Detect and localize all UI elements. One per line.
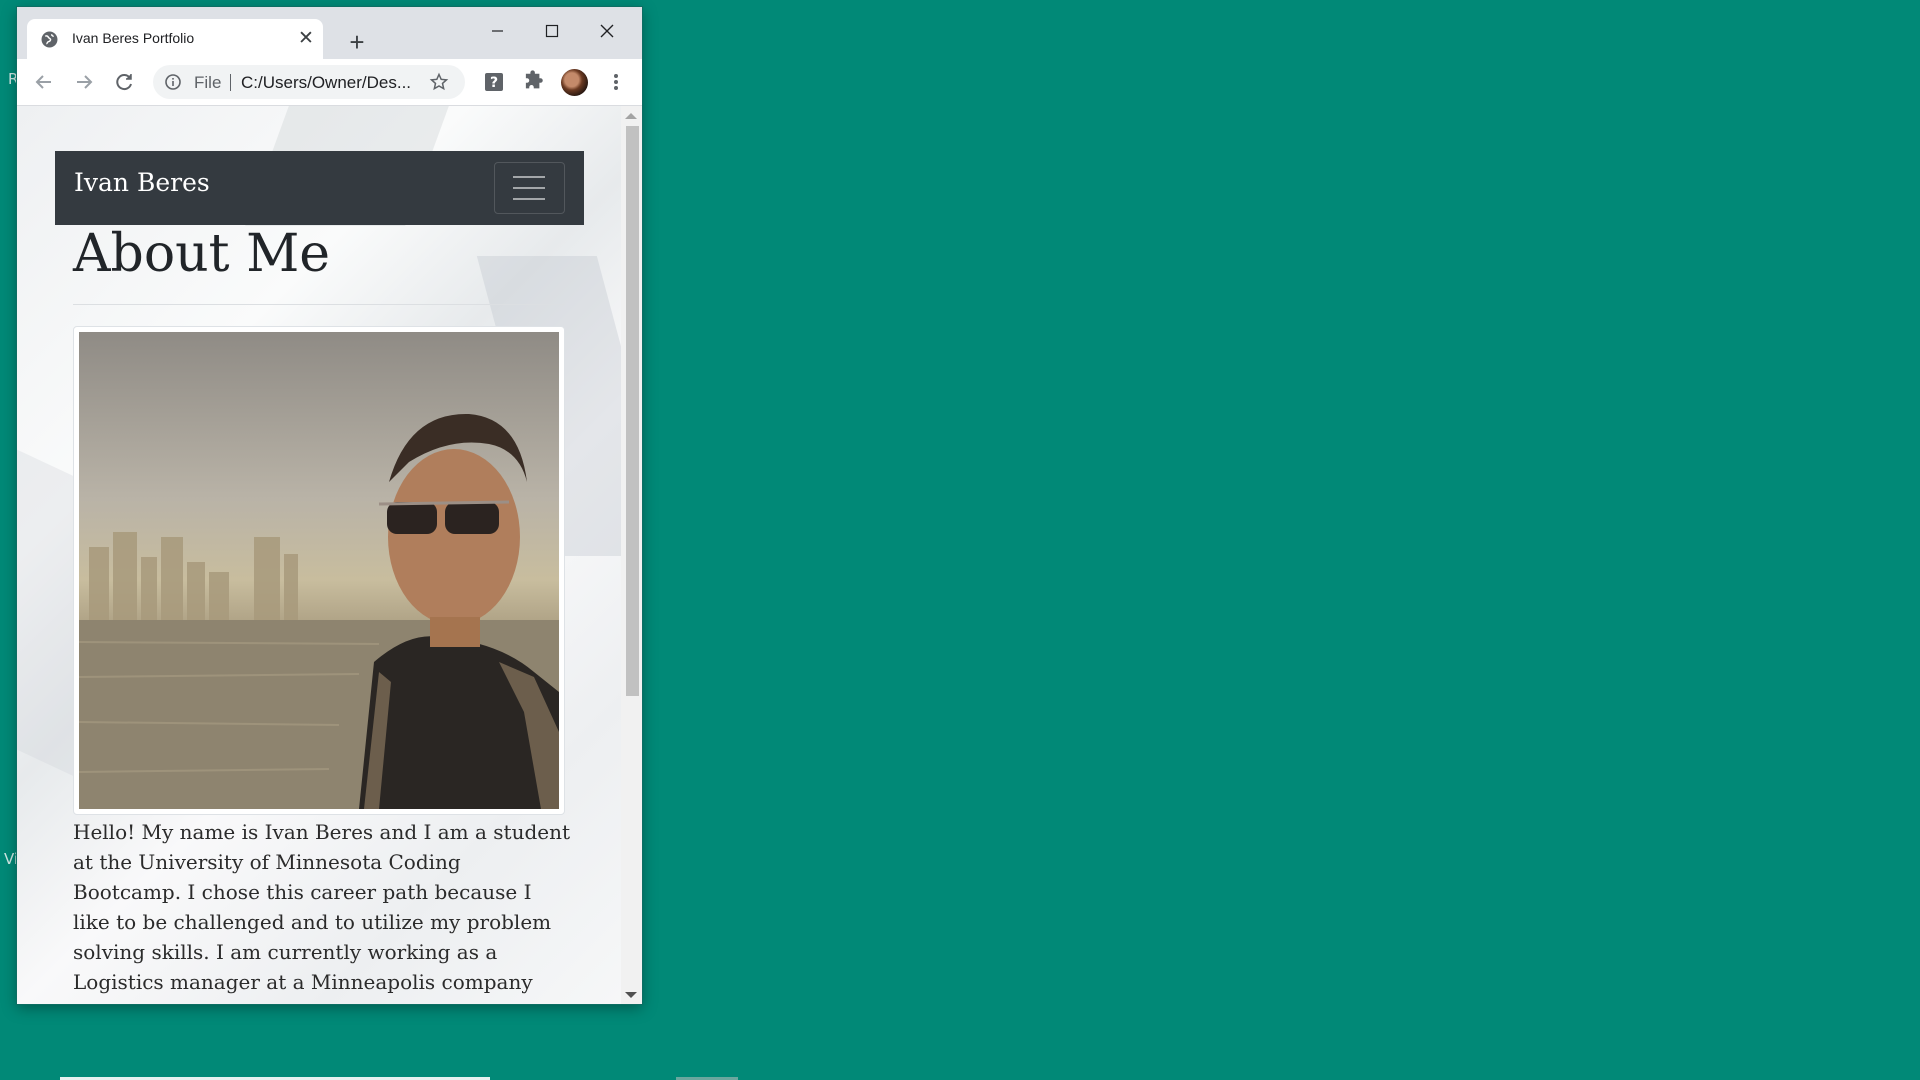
url-scheme: File [194, 73, 222, 92]
url-separator [230, 74, 231, 91]
reload-icon[interactable] [109, 67, 139, 97]
arrow-left-icon[interactable] [29, 67, 59, 97]
minimize-icon[interactable] [474, 15, 520, 47]
scrollbar-thumb[interactable] [626, 126, 639, 696]
browser-toolbar: File C:/Users/Owner/Des... ? [17, 59, 642, 106]
kebab-icon[interactable] [601, 67, 631, 97]
profile-avatar[interactable] [561, 69, 588, 96]
tab-strip: Ivan Beres Portfolio ✕ + [17, 7, 642, 59]
profile-photo [79, 332, 559, 809]
page-title: About Me [73, 224, 331, 284]
close-icon[interactable]: ✕ [295, 28, 317, 50]
navbar-brand[interactable]: Ivan Beres [74, 168, 210, 197]
puzzle-icon[interactable] [519, 67, 549, 97]
bio-paragraph: Hello! My name is Ivan Beres and I am a … [73, 820, 571, 1004]
page-viewport: Ivan Beres About Me Hello! My name is Iv… [17, 106, 621, 1004]
browser-tab[interactable]: Ivan Beres Portfolio ✕ [27, 19, 323, 59]
star-icon[interactable] [429, 72, 449, 92]
tab-title: Ivan Beres Portfolio [72, 30, 195, 46]
svg-text:?: ? [490, 75, 498, 91]
info-icon[interactable] [165, 74, 181, 90]
scroll-down-icon[interactable] [625, 992, 637, 998]
maximize-icon[interactable] [529, 15, 575, 47]
arrow-right-icon[interactable] [69, 67, 99, 97]
desktop-icon-label: Vi [4, 850, 19, 868]
scroll-up-icon[interactable] [625, 113, 637, 119]
page-scrollbar[interactable] [621, 106, 642, 1004]
close-icon[interactable] [584, 15, 630, 47]
help-icon[interactable]: ? [479, 67, 509, 97]
profile-photo-frame [73, 326, 565, 815]
navbar-toggler-button[interactable] [494, 162, 565, 214]
plus-icon[interactable]: + [343, 29, 371, 57]
divider [73, 304, 565, 305]
globe-icon [41, 31, 58, 48]
site-navbar: Ivan Beres [55, 151, 584, 225]
browser-window: Ivan Beres Portfolio ✕ + File C:/Users/O… [17, 7, 642, 1004]
address-bar[interactable]: File C:/Users/Owner/Des... [153, 65, 465, 99]
url-text[interactable]: C:/Users/Owner/Des... [241, 73, 411, 93]
